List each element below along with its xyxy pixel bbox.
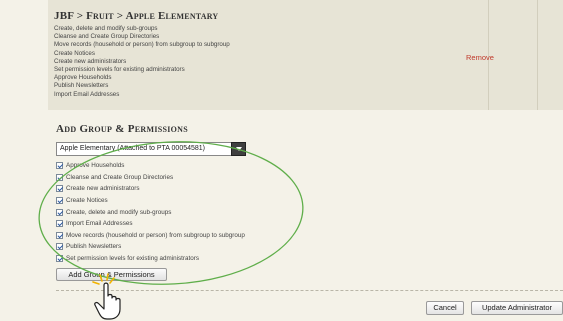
permission-option: Move records (household or person) from …	[56, 230, 245, 242]
permission-item: Set permission levels for existing admin…	[54, 66, 185, 74]
permission-checkbox[interactable]	[56, 220, 63, 228]
permission-checkbox[interactable]	[56, 197, 63, 205]
existing-group-panel: JBF > Fruit > Apple Elementary Create, d…	[48, 0, 563, 110]
permission-item: Cleanse and Create Group Directories	[54, 33, 160, 41]
permission-option-label: Set permission levels for existing admin…	[66, 255, 199, 263]
group-select[interactable]: Apple Elementary (Attached to PTA 000545…	[56, 142, 246, 156]
permission-option: Create new administrators	[56, 183, 245, 195]
permission-option: Set permission levels for existing admin…	[56, 253, 245, 265]
permission-option-label: Cleanse and Create Group Directories	[66, 173, 174, 181]
permission-item: Publish Newsletters	[54, 82, 109, 90]
column-divider	[537, 0, 538, 110]
permission-option: Create, delete and modify sub-groups	[56, 206, 245, 218]
permission-option: Cleanse and Create Group Directories	[56, 172, 245, 184]
permission-item: Move records (household or person) from …	[54, 41, 230, 49]
section-divider	[56, 290, 563, 291]
permission-option-label: Create, delete and modify sub-groups	[66, 208, 172, 216]
permission-item: Create, delete and modify sub-groups	[54, 25, 158, 32]
permission-option: Publish Newsletters	[56, 241, 245, 253]
permission-item: Create Notices	[54, 49, 95, 57]
chevron-down-icon[interactable]	[231, 142, 246, 156]
permission-option-label: Approve Households	[66, 162, 125, 170]
permission-checkbox[interactable]	[56, 173, 63, 181]
permission-item: Approve Households	[54, 74, 112, 82]
permission-checkbox[interactable]	[56, 243, 63, 251]
permission-checkbox-list: Approve Households Cleanse and Create Gr…	[56, 160, 245, 264]
permission-checkbox[interactable]	[56, 231, 63, 239]
section-title: Add Group & Permissions	[56, 123, 188, 135]
permission-option-label: Move records (household or person) from …	[66, 231, 245, 239]
permission-option-label: Import Email Addresses	[66, 220, 133, 228]
permission-option: Create Notices	[56, 195, 245, 207]
permission-option-label: Publish Newsletters	[66, 243, 122, 251]
group-breadcrumb: JBF > Fruit > Apple Elementary	[54, 10, 219, 22]
permission-option: Import Email Addresses	[56, 218, 245, 230]
permission-checkbox[interactable]	[56, 185, 63, 193]
permission-option-label: Create new administrators	[66, 185, 140, 193]
cancel-button[interactable]: Cancel	[426, 301, 464, 315]
existing-permission-list: Create, delete and modify sub-groups Cle…	[54, 25, 230, 99]
remove-group-link[interactable]: Remove	[466, 53, 494, 62]
permission-item: Create new administrators	[54, 57, 127, 65]
permission-checkbox[interactable]	[56, 255, 63, 263]
hand-pointer-icon	[92, 273, 121, 320]
permission-option-label: Create Notices	[66, 197, 108, 205]
permission-item: Import Email Addresses	[54, 90, 120, 98]
permission-option: Approve Households	[56, 160, 245, 172]
update-administrator-button[interactable]: Update Administrator	[471, 301, 563, 315]
permission-checkbox[interactable]	[56, 162, 63, 170]
permission-checkbox[interactable]	[56, 208, 63, 216]
